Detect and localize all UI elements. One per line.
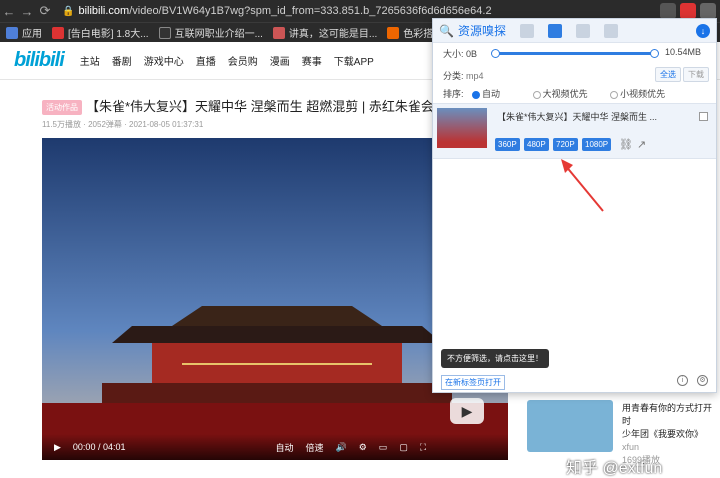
nav-item[interactable]: 下载APP <box>334 53 374 68</box>
watermark: 知乎 @extfun <box>566 460 663 477</box>
nav-item[interactable]: 番剧 <box>112 53 132 68</box>
bookmark[interactable]: 讲真，这可能是目... <box>272 25 377 40</box>
download-icon[interactable]: ↓ <box>696 24 710 38</box>
extension-icon[interactable] <box>700 3 716 19</box>
quality-1080p[interactable]: 1080P <box>582 138 612 151</box>
bookmark[interactable]: 应用 <box>6 25 42 40</box>
volume-icon[interactable]: 🔊 <box>336 442 347 453</box>
search-icon: 🔍 <box>439 23 454 38</box>
item-thumbnail <box>437 108 487 148</box>
music-tab-icon[interactable] <box>575 23 590 38</box>
main-nav: 主站 番剧 游戏中心 直播 会员购 漫画 赛事 下载APP <box>80 53 374 68</box>
open-external-icon[interactable]: ↗ <box>637 138 646 151</box>
radio-auto[interactable] <box>472 90 481 99</box>
video-tab-icon[interactable] <box>547 23 562 38</box>
select-all-button[interactable]: 全选 <box>655 67 681 82</box>
forward-icon[interactable]: → <box>18 4 36 19</box>
reload-icon[interactable]: ⟳ <box>36 3 54 19</box>
nav-item[interactable]: 赛事 <box>302 53 322 68</box>
settings-icon[interactable]: ⚙ <box>359 442 367 453</box>
size-max: 10.54MB <box>665 47 702 57</box>
image-tab-icon[interactable] <box>519 23 534 38</box>
panel-header: 🔍 资源嗅探 ↓ <box>433 19 716 43</box>
bookmark-icon <box>158 26 171 39</box>
video-title: 活动作品【朱雀*伟大复兴】天耀中华 涅槃而生 超燃混剪 | 赤红朱雀会飞过 此生 <box>42 96 442 116</box>
bookmark[interactable]: 互联网职业介绍一... <box>158 25 263 40</box>
lock-icon: 🔒 <box>62 5 75 17</box>
annotation-arrow <box>561 159 604 212</box>
player-controls: ▶ 00:00 / 04:01 自动 倍速 🔊 ⚙ ▭ ▢ ⛶ <box>42 434 508 460</box>
info-icon[interactable]: i <box>677 375 688 386</box>
widescreen-icon[interactable]: ▢ <box>399 442 408 453</box>
open-new-tab-button[interactable]: 在新标签页打开 <box>441 375 505 390</box>
bookmark[interactable]: [告白电影] 1.8大... <box>52 25 149 40</box>
size-label: 大小: 0B <box>443 49 478 59</box>
nav-item[interactable]: 直播 <box>196 53 216 68</box>
resource-sniffer-panel: 🔍 资源嗅探 ↓ 大小: 0B 10.54MB 分类: mp4 全选 下载 排序… <box>432 18 717 393</box>
time-display: 00:00 / 04:01 <box>72 442 126 452</box>
radio-small-first[interactable] <box>610 90 619 99</box>
video-meta: 11.5万播放 · 2052弹幕 · 2021-08-05 01:37:31 <box>42 120 204 129</box>
radio-large-first[interactable] <box>532 90 541 99</box>
nav-item[interactable]: 游戏中心 <box>144 53 184 68</box>
link-icon[interactable]: ⛓ <box>619 138 633 151</box>
bookmark-icon <box>52 26 64 39</box>
document-tab-icon[interactable] <box>603 23 618 38</box>
category-row: 分类: mp4 <box>443 71 484 81</box>
bookmark-icon <box>387 26 400 39</box>
download-button[interactable]: 下载 <box>683 67 709 82</box>
nav-item[interactable]: 会员购 <box>228 53 258 68</box>
resource-item[interactable]: 【朱雀*伟大复兴】天耀中华 涅槃而生 ... 360P 480P 720P 10… <box>433 103 716 159</box>
extension-icon[interactable] <box>680 3 696 19</box>
activity-tag[interactable]: 活动作品 <box>42 100 82 116</box>
sort-row: 排序: 自动 大视频优先 小视频优先 <box>443 89 666 99</box>
quality-720p[interactable]: 720P <box>553 138 578 151</box>
pip-icon[interactable]: ▭ <box>379 442 388 453</box>
back-icon[interactable]: ← <box>0 4 18 19</box>
hint-tooltip: 不方便筛选，请点击这里！ <box>441 349 549 368</box>
quality-360p[interactable]: 360P <box>495 138 520 151</box>
quality-button[interactable]: 自动 <box>275 441 293 454</box>
panel-title: 资源嗅探 <box>457 24 506 38</box>
bookmark-icon <box>272 26 285 39</box>
nav-item[interactable]: 主站 <box>80 53 100 68</box>
slider-min-handle[interactable] <box>491 49 500 58</box>
slider-max-handle[interactable] <box>650 49 659 58</box>
item-checkbox[interactable] <box>699 112 708 121</box>
extension-icon[interactable] <box>660 3 676 19</box>
quality-480p[interactable]: 480P <box>524 138 549 151</box>
size-slider[interactable] <box>491 49 659 58</box>
fullscreen-icon[interactable]: ⛶ <box>420 442 426 453</box>
big-play-button[interactable]: ▶ <box>450 398 484 424</box>
apps-icon <box>6 26 18 39</box>
settings-icon[interactable]: ⚙ <box>697 375 708 386</box>
address-bar[interactable]: bilibili.com/video/BV1W64y1B7wg?spm_id_f… <box>78 5 491 17</box>
bilibili-logo[interactable]: bilibili <box>14 49 65 72</box>
nav-item[interactable]: 漫画 <box>270 53 290 68</box>
play-icon[interactable]: ▶ <box>54 442 61 453</box>
speed-button[interactable]: 倍速 <box>305 441 323 454</box>
item-title: 【朱雀*伟大复兴】天耀中华 涅槃而生 ... <box>497 112 658 122</box>
recommend-thumbnail[interactable] <box>527 400 613 452</box>
